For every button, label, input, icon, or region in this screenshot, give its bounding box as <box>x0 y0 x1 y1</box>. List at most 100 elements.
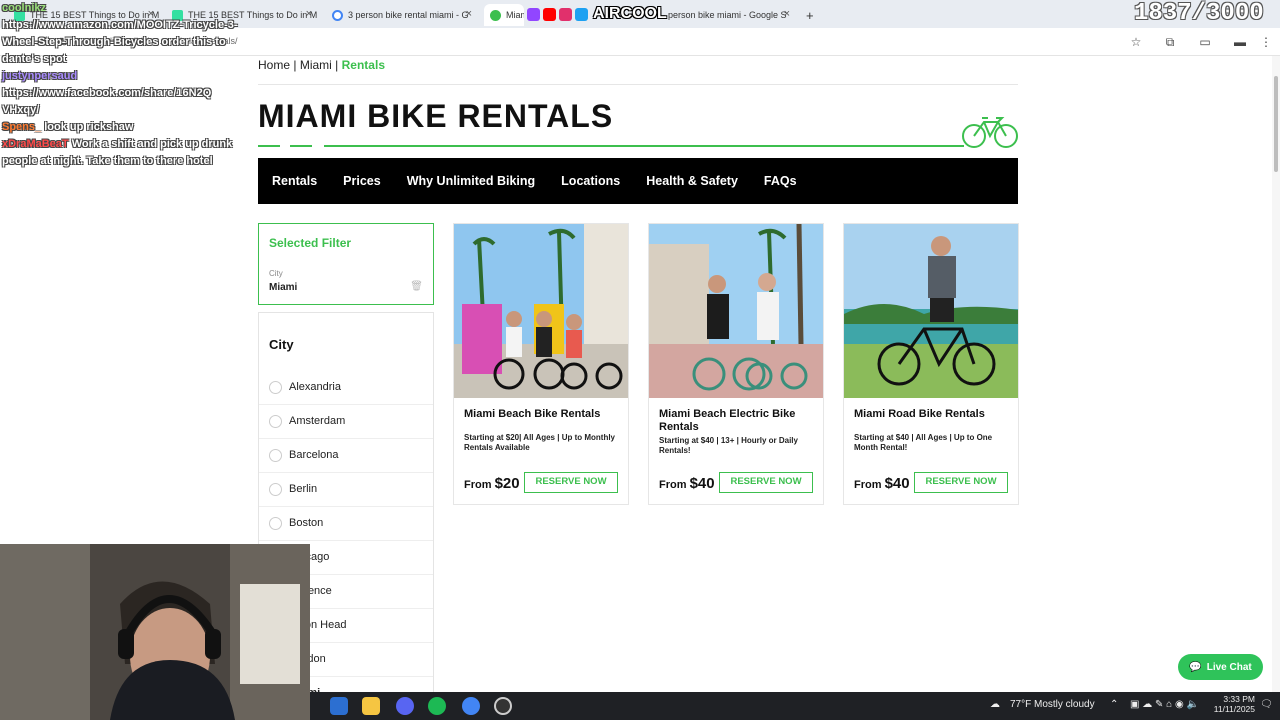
city-option[interactable]: Alexandria <box>259 371 433 405</box>
city-option[interactable]: Amsterdam <box>259 405 433 439</box>
product-description: Starting at $20| All Ages | Up to Monthl… <box>464 433 616 452</box>
nav-why-unlimited-biking[interactable]: Why Unlimited Biking <box>407 174 535 188</box>
webcam-feed <box>0 544 310 720</box>
price-value: $20 <box>494 475 520 492</box>
price-label: From $40 <box>854 475 910 492</box>
youtube-icon <box>543 7 556 21</box>
nav-faqs[interactable]: FAQs <box>764 174 797 188</box>
city-label: Alexandria <box>289 381 341 393</box>
nav-locations[interactable]: Locations <box>561 174 620 188</box>
close-tab-icon[interactable]: × <box>306 8 312 20</box>
page-title: MIAMI BIKE RENTALS <box>258 98 614 134</box>
reserve-now-button[interactable]: RESERVE NOW <box>719 472 813 493</box>
file-explorer-icon[interactable] <box>362 697 380 715</box>
filter-value: Miami <box>269 282 298 293</box>
clock[interactable]: 3:33 PM 11/11/2025 <box>1205 694 1255 714</box>
social-brand-overlay: AIRCOOL <box>527 5 667 23</box>
chat-username: justynpersaud <box>2 70 78 82</box>
breadcrumb-separator: | <box>293 58 297 72</box>
city-option[interactable]: Barcelona <box>259 439 433 473</box>
nav-rentals[interactable]: Rentals <box>272 174 317 188</box>
brand-name: AIRCOOL <box>593 5 667 22</box>
browser-tab-3[interactable]: 3 person bike rental miami - G × <box>326 4 478 26</box>
sidebar-icon[interactable]: ▭ <box>1197 35 1213 49</box>
nav-health-safety[interactable]: Health & Safety <box>646 174 738 188</box>
radio-button[interactable] <box>269 449 282 462</box>
spotify-icon[interactable] <box>428 697 446 715</box>
city-option[interactable]: Berlin <box>259 473 433 507</box>
radio-button[interactable] <box>269 517 282 530</box>
chrome-icon[interactable] <box>462 697 480 715</box>
discord-icon[interactable] <box>396 697 414 715</box>
radio-button[interactable] <box>269 381 282 394</box>
chat-text: https://www.facebook.com/share/16N2Q VHx… <box>2 87 212 116</box>
product-name[interactable]: Miami Beach Bike Rentals <box>464 408 624 421</box>
product-image <box>844 224 1018 398</box>
title-underline <box>258 145 280 147</box>
tray-chevron-icon[interactable]: ⌃ <box>1110 699 1118 710</box>
radio-button[interactable] <box>269 483 282 496</box>
chat-message: xDraMaBeaT Work a shift and pick up drun… <box>2 136 247 170</box>
product-card[interactable]: Miami Beach Bike Rentals Starting at $20… <box>453 223 629 505</box>
new-tab-button[interactable]: + <box>802 4 822 26</box>
close-tab-icon[interactable]: × <box>466 8 472 20</box>
browser-tab-5[interactable]: person bike miami - Google S × <box>668 4 796 26</box>
breadcrumb-city-link[interactable]: Miami <box>300 58 332 72</box>
breadcrumb: Home | Miami | Rentals <box>258 58 385 72</box>
tab-title: 3 person bike rental miami - G <box>348 10 469 20</box>
live-chat-label: Live Chat <box>1206 661 1252 673</box>
reserve-now-button[interactable]: RESERVE NOW <box>524 472 618 493</box>
city-option[interactable]: Boston <box>259 507 433 541</box>
reserve-now-button[interactable]: RESERVE NOW <box>914 472 1008 493</box>
chat-message: coolnikz <box>2 0 247 17</box>
extensions-icon[interactable]: ⧉ <box>1162 35 1178 50</box>
nav-prices[interactable]: Prices <box>343 174 381 188</box>
radio-button[interactable] <box>269 415 282 428</box>
instagram-icon <box>559 7 572 21</box>
chat-message: https://www.amazon.com/MOOITZ-Tricycle-3… <box>2 17 247 68</box>
chat-text: look up rickshaw <box>44 121 134 133</box>
chat-text: https://www.amazon.com/MOOITZ-Tricycle-3… <box>2 19 238 65</box>
product-name[interactable]: Miami Beach Electric Bike Rentals <box>659 408 819 434</box>
breadcrumb-current: Rentals <box>341 58 385 72</box>
city-label: Barcelona <box>289 449 339 461</box>
goal-counter: 1837/3000 <box>1134 0 1264 27</box>
menu-icon[interactable]: ⋮ <box>1258 35 1274 49</box>
weather-icon: ☁ <box>990 699 1000 710</box>
browser-tab-4[interactable]: Miam <box>484 4 524 26</box>
bookmark-star-icon[interactable]: ☆ <box>1128 35 1144 49</box>
product-card[interactable]: Miami Road Bike Rentals Starting at $40 … <box>843 223 1019 505</box>
price-value: $40 <box>884 475 910 492</box>
page-scrollbar[interactable] <box>1272 56 1280 692</box>
start-menu-icon[interactable] <box>330 697 348 715</box>
city-label: Berlin <box>289 483 318 495</box>
selected-filter-panel: Selected Filter City Miami 🗑 <box>258 223 434 305</box>
bicycle-icon <box>962 117 1018 148</box>
weather-text[interactable]: 77°F Mostly cloudy <box>1010 699 1095 710</box>
chat-bubble-icon: 💬 <box>1189 661 1202 673</box>
product-name[interactable]: Miami Road Bike Rentals <box>854 408 1014 421</box>
chat-username: coolnikz <box>2 2 47 14</box>
tab-title: Miam <box>506 10 524 20</box>
clock-time: 3:33 PM <box>1223 694 1255 704</box>
obs-icon[interactable] <box>494 697 512 715</box>
product-card[interactable]: Miami Beach Electric Bike Rentals Starti… <box>648 223 824 505</box>
city-label: Boston <box>289 517 324 529</box>
price-prefix: From <box>464 479 492 491</box>
close-tab-icon[interactable]: × <box>784 8 790 20</box>
system-tray-icons[interactable]: ▣ ☁ ✎ ⌂ ◉ 🔈 <box>1130 699 1199 710</box>
product-description: Starting at $40 | All Ages | Up to One M… <box>854 433 993 452</box>
selected-filter-title: Selected Filter <box>269 236 352 250</box>
profile-icon[interactable]: ▬ <box>1232 35 1248 49</box>
filter-label: City <box>269 269 283 278</box>
stream-chat-overlay: coolnikz https://www.amazon.com/MOOITZ-T… <box>2 0 247 170</box>
trash-icon[interactable]: 🗑 <box>410 281 423 292</box>
notifications-icon[interactable]: 🗨 <box>1260 699 1273 710</box>
scrollbar-thumb[interactable] <box>1274 76 1278 172</box>
live-chat-button[interactable]: 💬 Live Chat <box>1178 654 1263 680</box>
product-image <box>649 224 823 398</box>
twitter-icon <box>575 7 588 21</box>
breadcrumb-separator: | <box>335 58 339 72</box>
main-nav: Rentals Prices Why Unlimited Biking Loca… <box>258 158 1018 204</box>
breadcrumb-home-link[interactable]: Home <box>258 58 290 72</box>
